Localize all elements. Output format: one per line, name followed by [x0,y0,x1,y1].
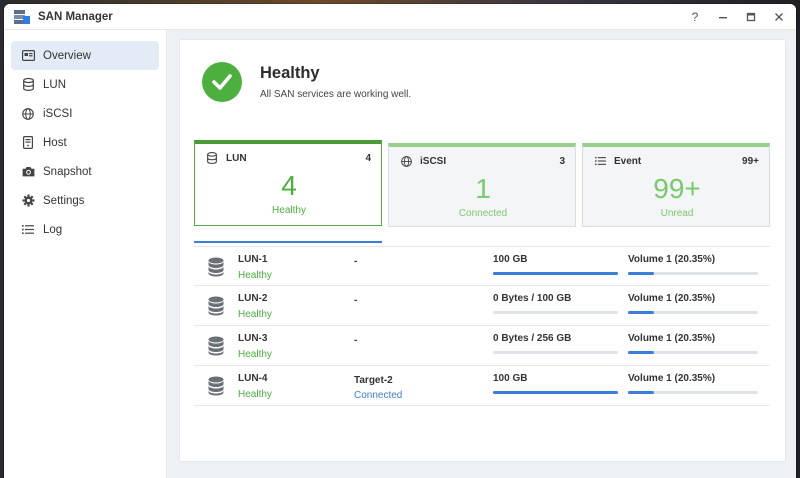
globe-icon [401,155,413,167]
sidebar-item-overview[interactable]: Overview [11,41,159,70]
lun-name: LUN-4 [238,373,268,384]
lun-name: LUN-1 [238,254,268,265]
status-subtitle: All SAN services are working well. [260,89,412,100]
maximize-icon [746,12,756,21]
main-content: Healthy All SAN services are working wel… [167,30,796,478]
lun-size: 100 GB [493,373,528,384]
lun-volume-bar [628,351,758,354]
card-big-value: 99+ [653,173,701,204]
lun-health: Healthy [238,349,272,360]
card-big-value: 4 [281,170,297,201]
host-icon [21,136,35,150]
lun-health: Healthy [238,389,272,400]
sidebar-item-label: Host [43,136,67,149]
active-card-indicator [194,241,382,243]
card-subtitle: Connected [458,208,508,219]
close-icon [775,12,783,21]
lun-list: LUN-1 Healthy - 100 GB Volume 1 (20.35%) [194,246,770,406]
table-row[interactable]: LUN-2 Healthy - 0 Bytes / 100 GB Volume … [194,286,770,326]
card-iscsi[interactable]: iSCSI 3 1 Connected [388,143,576,227]
lun-target: - [354,335,358,346]
lun-target: - [354,256,358,267]
card-event[interactable]: Event 99+ 99+ Unread [582,143,770,227]
sidebar-item-lun[interactable]: LUN [11,70,159,99]
camera-icon [21,165,35,179]
list-icon [595,155,607,167]
lun-database-icon [208,336,224,356]
check-icon [202,62,242,102]
lun-database-icon [208,257,224,277]
minimize-icon [719,16,727,18]
overview-icon [21,49,35,63]
sidebar-item-snapshot[interactable]: Snapshot [11,157,159,186]
lun-volume-bar [628,311,758,314]
sidebar-item-label: Settings [43,194,85,207]
sidebar-item-label: iSCSI [43,107,73,120]
card-title: LUN [226,152,247,164]
card-subtitle: Unread [660,208,694,219]
gear-icon [21,194,35,208]
lun-size: 0 Bytes / 100 GB [493,293,572,304]
lun-size-bar [493,272,618,275]
lun-volume-bar [628,391,758,394]
lun-size: 100 GB [493,254,528,265]
sidebar-item-label: Snapshot [43,165,92,178]
close-button[interactable] [772,10,786,24]
lun-database-icon [208,376,224,396]
lun-target: - [354,295,358,306]
sidebar-item-log[interactable]: Log [11,215,159,244]
lun-name: LUN-2 [238,293,268,304]
database-icon [21,78,35,92]
help-icon: ? [691,9,699,24]
lun-size-bar [493,351,618,354]
card-title: iSCSI [420,155,447,167]
app-title: SAN Manager [38,10,113,23]
lun-volume-bar [628,272,758,275]
san-manager-app-icon [14,9,30,24]
lun-size: 0 Bytes / 256 GB [493,333,572,344]
card-lun[interactable]: LUN 4 4 Healthy [194,140,382,226]
card-count: 99+ [742,155,759,167]
lun-size-bar [493,311,618,314]
sidebar-item-host[interactable]: Host [11,128,159,157]
sidebar: Overview LUN iSCSI Host Snapshot Setting… [4,30,167,478]
sidebar-item-label: Log [43,223,63,236]
list-icon [21,223,35,237]
lun-target-status: Connected [354,390,403,401]
summary-cards: LUN 4 4 Healthy iSCSI 3 1 Connected Even… [194,140,770,240]
lun-database-icon [208,296,224,316]
lun-health: Healthy [238,270,272,281]
lun-target: Target-2 [354,375,393,386]
status-summary: Healthy All SAN services are working wel… [202,62,411,102]
help-button[interactable]: ? [688,10,702,24]
lun-volume: Volume 1 (20.35%) [628,373,716,384]
database-icon [207,152,219,164]
table-row[interactable]: LUN-4 Healthy Target-2 Connected 100 GB … [194,366,770,406]
sidebar-item-label: LUN [43,78,67,91]
card-big-value: 1 [475,173,491,204]
card-title: Event [614,155,642,167]
lun-name: LUN-3 [238,333,268,344]
sidebar-item-settings[interactable]: Settings [11,186,159,215]
lun-volume: Volume 1 (20.35%) [628,254,716,265]
card-count: 3 [559,155,565,167]
table-row[interactable]: LUN-1 Healthy - 100 GB Volume 1 (20.35%) [194,246,770,286]
sidebar-item-label: Overview [43,49,91,62]
lun-volume: Volume 1 (20.35%) [628,293,716,304]
globe-icon [21,107,35,121]
status-title: Healthy [260,64,320,82]
card-subtitle: Healthy [272,205,306,216]
minimize-button[interactable] [716,10,730,24]
maximize-button[interactable] [744,10,758,24]
lun-volume: Volume 1 (20.35%) [628,333,716,344]
sidebar-item-iscsi[interactable]: iSCSI [11,99,159,128]
lun-health: Healthy [238,309,272,320]
table-row[interactable]: LUN-3 Healthy - 0 Bytes / 256 GB Volume … [194,326,770,366]
san-manager-window: SAN Manager ? Overview LUN iSCSI Host Sn… [4,4,796,478]
title-bar: SAN Manager ? [4,4,796,30]
overview-panel: Healthy All SAN services are working wel… [179,39,786,462]
lun-size-bar [493,391,618,394]
card-count: 4 [365,152,371,164]
